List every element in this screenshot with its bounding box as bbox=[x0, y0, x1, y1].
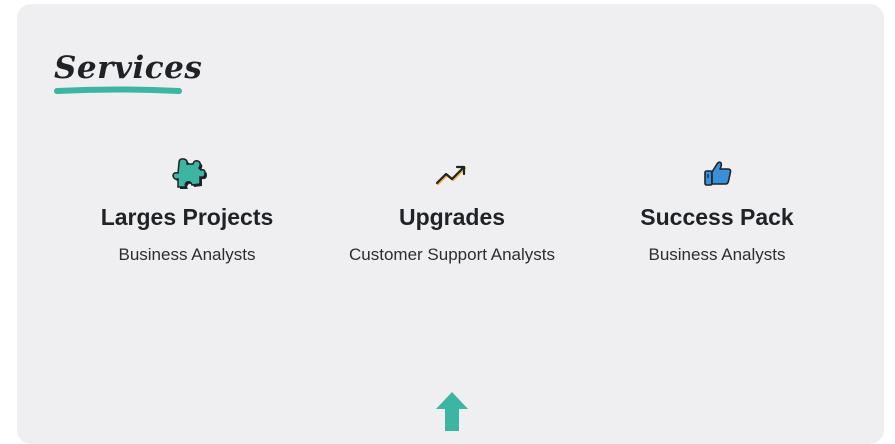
service-description: Business Analysts bbox=[118, 245, 256, 264]
service-title: Larges Projects bbox=[100, 204, 274, 230]
service-larges-projects: Larges Projects Business Analysts bbox=[67, 156, 307, 268]
trending-up-icon bbox=[435, 165, 467, 186]
service-upgrades: Upgrades Customer Support Analysts bbox=[332, 156, 572, 268]
service-title: Success Pack bbox=[640, 204, 794, 230]
arrow-up-icon[interactable] bbox=[431, 389, 473, 431]
thumbs-up-icon bbox=[704, 161, 732, 186]
section-title: Services bbox=[54, 50, 203, 86]
puzzle-icon bbox=[172, 158, 207, 189]
title-underline bbox=[54, 86, 182, 94]
service-title: Upgrades bbox=[398, 204, 506, 230]
service-description: Business Analysts bbox=[648, 245, 786, 264]
service-description: Customer Support Analysts bbox=[349, 245, 555, 264]
service-success-pack: Success Pack Business Analysts bbox=[597, 156, 837, 268]
section-heading: Services bbox=[54, 48, 202, 98]
